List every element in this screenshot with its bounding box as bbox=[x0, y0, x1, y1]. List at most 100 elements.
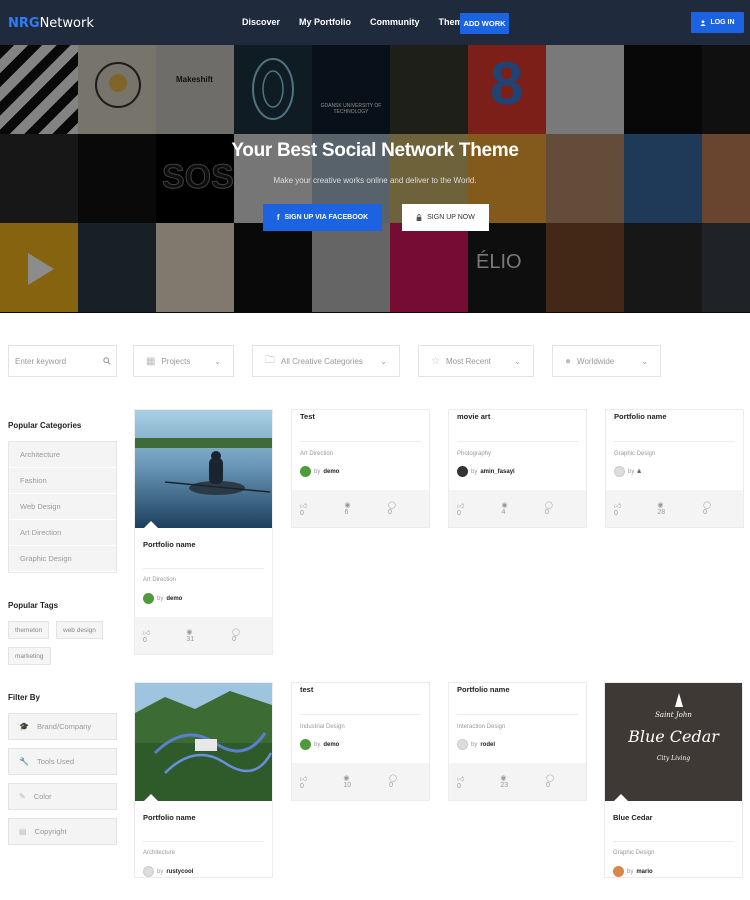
card-title[interactable]: test bbox=[292, 685, 429, 694]
portfolio-card[interactable]: Portfolio name Graphic Design by a 👍︎ 0 ◉… bbox=[605, 409, 744, 528]
card-title[interactable]: Portfolio name bbox=[135, 540, 272, 549]
category-item[interactable]: Graphic Design bbox=[9, 546, 116, 572]
category-item[interactable]: Architecture bbox=[9, 442, 116, 468]
author-name[interactable]: rodel bbox=[480, 742, 495, 748]
card-image-notch bbox=[613, 794, 629, 801]
author-name[interactable]: a bbox=[637, 469, 640, 475]
filter-tools-used[interactable]: 🔧 Tools Used bbox=[8, 748, 117, 775]
views: ◉ 6 bbox=[345, 501, 374, 516]
comments[interactable]: ◯ 0 bbox=[546, 774, 576, 789]
portfolio-card[interactable]: Portfolio name Architecture by rustycool bbox=[134, 682, 273, 878]
comments[interactable]: ◯ 0 bbox=[232, 628, 262, 643]
add-work-button[interactable]: ADD WORK bbox=[460, 13, 509, 34]
comments[interactable]: ◯ 0 bbox=[703, 501, 733, 516]
author-name[interactable]: demo bbox=[323, 469, 339, 475]
by-label: by bbox=[157, 868, 164, 875]
categories-dropdown[interactable]: 🗀 All Creative Categories ⌄ bbox=[252, 345, 400, 377]
portfolio-card[interactable]: Saint John Blue Cedar City Living Blue C… bbox=[604, 682, 743, 878]
card-image[interactable]: Saint John Blue Cedar City Living bbox=[605, 683, 742, 801]
filter-color[interactable]: ✎ Color bbox=[8, 783, 117, 810]
sort-dropdown[interactable]: ☆ Most Recent ⌄ bbox=[418, 345, 534, 377]
nav-link-community[interactable]: Community bbox=[370, 17, 420, 27]
portfolio-card[interactable]: Portfolio name Interaction Design by rode… bbox=[448, 682, 587, 801]
card-author: by rustycool bbox=[135, 866, 272, 877]
nav-link-my-portfolio[interactable]: My Portfolio bbox=[299, 17, 351, 27]
likes[interactable]: 👍︎ 0 bbox=[300, 501, 331, 517]
comments[interactable]: ◯ 0 bbox=[388, 501, 419, 516]
comments[interactable]: ◯ 0 bbox=[389, 774, 419, 789]
avatar[interactable] bbox=[613, 866, 624, 877]
card-image[interactable] bbox=[135, 683, 272, 801]
portfolio-card[interactable]: Portfolio name Art Direction by demo 👍︎ 0… bbox=[134, 409, 273, 655]
avatar[interactable] bbox=[143, 593, 154, 604]
projects-dropdown[interactable]: ▦ Projects ⌄ bbox=[133, 345, 234, 377]
likes[interactable]: 👍︎ 0 bbox=[457, 774, 486, 790]
portfolio-card[interactable]: movie art Photography by amin_fasayi 👍︎ 0… bbox=[448, 409, 587, 528]
avatar[interactable] bbox=[300, 739, 311, 750]
signup-facebook-button[interactable]: f SIGN UP VIA FACEBOOK bbox=[263, 204, 382, 231]
likes-count: 0 bbox=[143, 636, 147, 644]
avatar[interactable] bbox=[300, 466, 311, 477]
chevron-down-icon: ⌄ bbox=[214, 356, 221, 366]
filter-label: Copyright bbox=[34, 827, 67, 836]
image-text-top: Saint John bbox=[655, 711, 692, 719]
avatar[interactable] bbox=[457, 739, 468, 750]
avatar[interactable] bbox=[614, 466, 625, 477]
author-name[interactable]: mario bbox=[636, 869, 652, 875]
tag-chip[interactable]: marketing bbox=[8, 647, 51, 665]
site-logo[interactable]: NRGNetwork bbox=[8, 16, 94, 31]
category-item[interactable]: Web Design bbox=[9, 494, 116, 520]
avatar[interactable] bbox=[143, 866, 154, 877]
nav-link-discover[interactable]: Discover bbox=[242, 17, 280, 27]
signup-now-label: SIGN UP NOW bbox=[427, 214, 475, 221]
card-title[interactable]: Portfolio name bbox=[135, 813, 272, 822]
tag-chip[interactable]: web design bbox=[56, 621, 103, 639]
views: ◉ 10 bbox=[343, 774, 375, 789]
filter-label: Brand/Company bbox=[36, 722, 92, 731]
card-stats: 👍︎ 0 ◉ 6 ◯ 0 bbox=[292, 490, 429, 527]
filter-brand-company[interactable]: 🎓 Brand/Company bbox=[8, 713, 117, 740]
card-title[interactable]: movie art bbox=[449, 412, 586, 421]
card-image[interactable] bbox=[135, 410, 272, 528]
card-author: by mario bbox=[605, 866, 742, 877]
category-item[interactable]: Art Direction bbox=[9, 520, 116, 546]
card-title[interactable]: Test bbox=[292, 412, 429, 421]
author-name[interactable]: demo bbox=[166, 596, 182, 602]
author-name[interactable]: amin_fasayi bbox=[480, 469, 514, 475]
nav-links: Discover My Portfolio Community Theme bbox=[242, 17, 487, 27]
keyword-search-input[interactable]: Enter keyword bbox=[15, 357, 66, 366]
author-name[interactable]: rustycool bbox=[166, 869, 193, 875]
author-name[interactable]: demo bbox=[323, 742, 339, 748]
card-stats: 👍︎ 0 ◉ 28 ◯ 0 bbox=[606, 490, 743, 527]
card-title[interactable]: Portfolio name bbox=[606, 412, 743, 421]
by-label: by bbox=[471, 468, 478, 475]
by-label: by bbox=[628, 468, 635, 475]
card-title[interactable]: Portfolio name bbox=[449, 685, 586, 694]
chevron-down-icon: ⌄ bbox=[641, 356, 648, 366]
tag-chip[interactable]: themeton bbox=[8, 621, 50, 639]
eye-icon: ◉ bbox=[186, 629, 193, 636]
views-count: 31 bbox=[186, 636, 195, 643]
category-item[interactable]: Fashion bbox=[9, 468, 116, 494]
thumbs-up-icon: 👍︎ bbox=[300, 775, 308, 783]
card-title[interactable]: Blue Cedar bbox=[605, 813, 742, 822]
signup-now-button[interactable]: SIGN UP NOW bbox=[402, 204, 489, 231]
by-label: by bbox=[314, 468, 321, 475]
filter-copyright[interactable]: ▤ Copyright bbox=[8, 818, 117, 845]
login-button[interactable]: LOG IN bbox=[691, 12, 744, 33]
portfolio-card[interactable]: test Industrial Design by demo 👍︎ 0 ◉ 10 … bbox=[291, 682, 430, 801]
avatar[interactable] bbox=[457, 466, 468, 477]
search-icon[interactable] bbox=[103, 357, 111, 365]
thumbs-up-icon: 👍︎ bbox=[614, 502, 622, 510]
portfolio-card[interactable]: Test Art Direction by demo 👍︎ 0 ◉ 6 ◯ 0 bbox=[291, 409, 430, 528]
hero-banner: Makeshift GDANSK UNIVERSITY OF TECHNOLOG… bbox=[0, 45, 750, 313]
likes[interactable]: 👍︎ 0 bbox=[300, 774, 329, 790]
comments[interactable]: ◯ 0 bbox=[545, 501, 576, 516]
categories-dropdown-label: All Creative Categories bbox=[281, 356, 363, 366]
likes[interactable]: 👍︎ 0 bbox=[457, 501, 488, 517]
views: ◉ 31 bbox=[186, 628, 218, 643]
keyword-search-box[interactable]: Enter keyword bbox=[8, 345, 117, 377]
likes[interactable]: 👍︎ 0 bbox=[143, 628, 172, 644]
likes[interactable]: 👍︎ 0 bbox=[614, 501, 643, 517]
region-dropdown[interactable]: ● Worldwide ⌄ bbox=[552, 345, 661, 377]
